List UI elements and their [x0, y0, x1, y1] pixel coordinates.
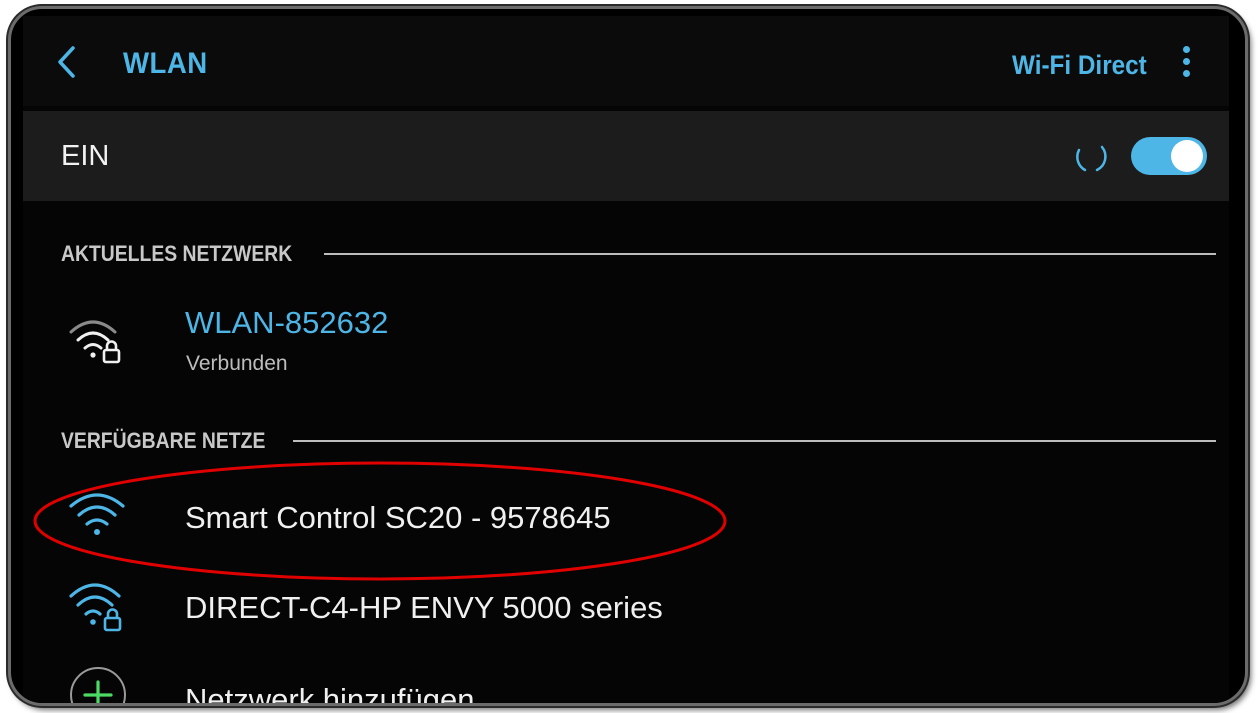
current-network-item[interactable]: WLAN-852632 Verbunden: [23, 296, 1229, 386]
network-name: DIRECT-C4-HP ENVY 5000 series: [185, 590, 663, 625]
network-status: Verbunden: [186, 352, 288, 375]
section-current-network: AKTUELLES NETZWERK: [61, 239, 1216, 269]
network-item-direct-hp[interactable]: DIRECT-C4-HP ENVY 5000 series: [23, 566, 1229, 646]
section-label: AKTUELLES NETZWERK: [61, 241, 293, 266]
chevron-left-icon: [58, 46, 75, 78]
network-name: WLAN-852632: [185, 305, 389, 340]
wifi-switch-bar[interactable]: EIN: [23, 111, 1229, 201]
wifi-direct-button[interactable]: Wi-Fi Direct: [1012, 50, 1147, 81]
more-dot: [1182, 58, 1190, 65]
divider: [293, 440, 1216, 442]
switch-label: EIN: [61, 140, 110, 172]
more-options-button[interactable]: [1179, 46, 1193, 82]
wifi-toggle[interactable]: [1131, 137, 1207, 175]
screen: WLAN Wi-Fi Direct EIN AKTUELLES NETZWERK: [23, 16, 1229, 706]
section-available-networks: VERFÜGBARE NETZE: [61, 426, 1216, 456]
device-frame: WLAN Wi-Fi Direct EIN AKTUELLES NETZWERK: [8, 6, 1248, 706]
wifi-locked-icon: [69, 320, 121, 364]
add-network-item[interactable]: Netzwerk hinzufügen: [23, 656, 1229, 706]
back-button[interactable]: [51, 42, 87, 82]
app-bar: WLAN Wi-Fi Direct: [23, 16, 1229, 106]
add-circle-icon: [70, 667, 126, 703]
wifi-icon: [69, 493, 125, 535]
loading-spinner-icon: [1076, 145, 1107, 172]
add-network-label: Netzwerk hinzufügen: [185, 682, 475, 706]
page-title: WLAN: [123, 47, 208, 80]
section-label: VERFÜGBARE NETZE: [61, 428, 266, 453]
more-dot: [1182, 70, 1190, 77]
more-dot: [1182, 46, 1190, 53]
toggle-knob: [1171, 140, 1203, 172]
divider: [323, 253, 1216, 255]
network-name: Smart Control SC20 - 9578645: [185, 500, 611, 535]
wifi-locked-icon: [69, 583, 122, 632]
network-item-smart-control[interactable]: Smart Control SC20 - 9578645: [23, 476, 1229, 556]
